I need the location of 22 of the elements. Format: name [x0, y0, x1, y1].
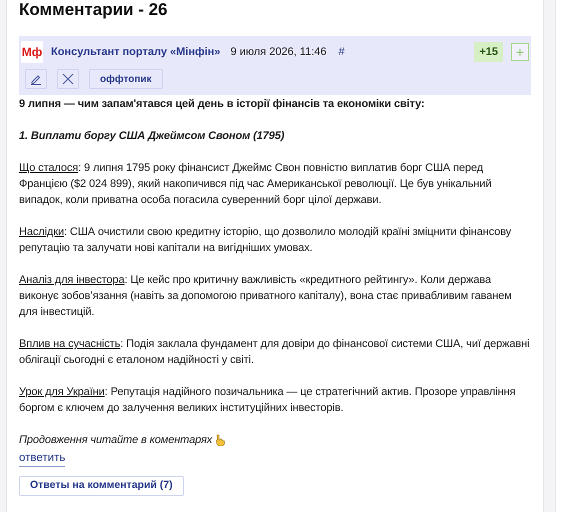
anchor-link[interactable]: #: [338, 44, 345, 60]
comment-paragraph: Вплив на сучасність: Подія заклала фундамент для довіри до фінансової системи США, чиї державні облігації сьогодні є еталоном надійності у світі.: [19, 337, 530, 368]
comment-paragraph: Наслідки: США очистили свою кредитну історію, що дозволило молодій країні зміцнити фінансову репутацію та залучати нові капітали на вигідніших умовах.: [19, 225, 512, 256]
close-icon: [62, 73, 74, 85]
comment-paragraph: Що сталося: 9 липня 1795 року фінансист Джеймс Свон повністю виплатив борг США перед Францією ($2 024 899), який накопичився під час Американської революції. Це був унікальний випадок, коли приватна особа погасила суверенний борг цілої держави.: [19, 161, 492, 208]
offtopic-button[interactable]: оффтопик: [89, 69, 163, 89]
pencil-icon: [30, 73, 42, 85]
author-name[interactable]: Консультант порталу «Мінфін»: [51, 44, 220, 60]
comment-heading: 9 липня — чим запам'ятався цей день в історії фінансів та економіки світу:: [19, 97, 426, 112]
comment-date: 9 июля 2026, 11:46: [230, 44, 326, 60]
comment-subheading: 1. Виплати боргу США Джеймсом Своном (1795): [19, 129, 286, 144]
reply-link[interactable]: ответить: [19, 450, 66, 467]
edit-button[interactable]: [25, 69, 47, 89]
continuation-note: Продовження читайте в коментарях: [19, 433, 212, 448]
delete-button[interactable]: [57, 69, 79, 89]
section-title: Комментарии - 26: [19, 0, 168, 20]
logo: Мф: [21, 41, 43, 63]
score-badge: +15: [474, 42, 503, 62]
replies-button[interactable]: Ответы на комментарий (7): [19, 476, 184, 496]
comment-paragraph: Урок для України: Репутація надійного позичальника — це стратегічний актив. Прозоре управління боргом є ключем до залучення великих інституційних інвесторів.: [19, 385, 516, 416]
pointing-hand-icon: [214, 434, 226, 446]
comment-paragraph: Аналіз для інвестора: Це кейс про критичну важливість «кредитного рейтингу». Коли держава виконує зобов’язання (навіть за допомогою приватного капіталу), вона стає привабливим гаванем для інвестицій.: [19, 273, 513, 320]
